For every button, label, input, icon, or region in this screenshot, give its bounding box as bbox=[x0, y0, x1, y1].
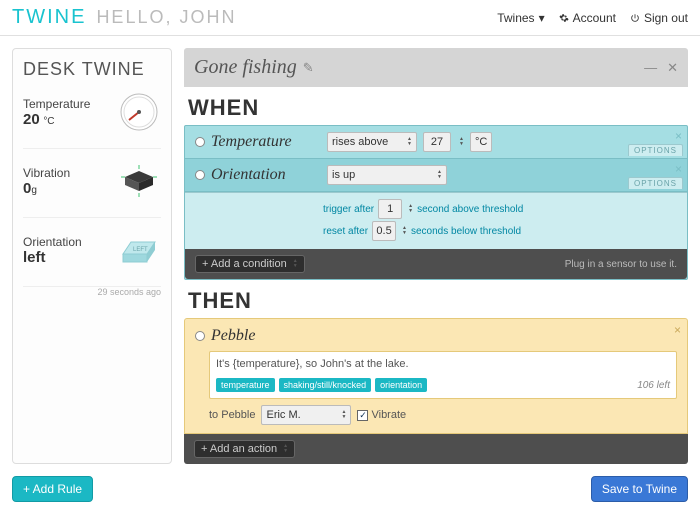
brand-logo: TWINE bbox=[12, 6, 86, 29]
close-rule-icon[interactable]: ✕ bbox=[667, 60, 678, 76]
orientation-icon: LEFT bbox=[117, 228, 161, 272]
gear-icon bbox=[559, 13, 569, 23]
trigger-after-input[interactable]: 1 bbox=[378, 199, 402, 219]
options-tab[interactable]: OPTIONS bbox=[628, 144, 683, 156]
remove-condition-icon[interactable]: × bbox=[675, 129, 682, 143]
chip-vibration[interactable]: shaking/still/knocked bbox=[279, 378, 372, 392]
stepper-icon[interactable]: ▲▼ bbox=[402, 226, 407, 236]
vibrate-checkbox[interactable]: ✓Vibrate bbox=[357, 409, 406, 421]
minimize-icon[interactable]: — bbox=[644, 60, 657, 76]
unit-select[interactable]: °C bbox=[470, 132, 492, 152]
sensor-temperature: Temperature 20 °C bbox=[23, 80, 161, 149]
radio-icon[interactable] bbox=[195, 170, 205, 180]
edit-title-icon[interactable]: ✎ bbox=[303, 60, 314, 76]
options-tab[interactable]: OPTIONS bbox=[628, 177, 683, 189]
gauge-icon bbox=[117, 90, 161, 134]
save-button[interactable]: Save to Twine bbox=[591, 476, 688, 502]
remove-action-icon[interactable]: × bbox=[674, 323, 681, 337]
condition-temperature: Temperature rises above▲▼ 27 ▲▼ °C × OPT… bbox=[185, 126, 687, 159]
power-icon bbox=[630, 13, 640, 23]
actions-panel: Pebble × It's {temperature}, so John's a… bbox=[184, 318, 688, 464]
sidebar-timestamp: 29 seconds ago bbox=[23, 287, 161, 297]
nav-account[interactable]: Account bbox=[559, 11, 616, 25]
stepper-icon[interactable]: ▲▼ bbox=[459, 137, 464, 147]
char-counter: 106 left bbox=[637, 380, 670, 391]
condition-hint: Plug in a sensor to use it. bbox=[565, 259, 677, 270]
message-input[interactable]: It's {temperature}, so John's at the lak… bbox=[209, 351, 677, 399]
chip-temperature[interactable]: temperature bbox=[216, 378, 275, 392]
threshold-input[interactable]: 27 bbox=[423, 132, 451, 152]
greeting: HELLO, JOHN bbox=[96, 7, 236, 28]
stepper-icon[interactable]: ▲▼ bbox=[408, 204, 413, 214]
when-heading: WHEN bbox=[188, 95, 688, 121]
radio-icon[interactable] bbox=[195, 137, 205, 147]
operator-select[interactable]: rises above▲▼ bbox=[327, 132, 417, 152]
device-sidebar: DESK TWINE Temperature 20 °C Vibration 0… bbox=[12, 48, 172, 464]
then-heading: THEN bbox=[188, 288, 688, 314]
action-pebble: Pebble × It's {temperature}, so John's a… bbox=[184, 318, 688, 434]
svg-text:LEFT: LEFT bbox=[133, 247, 148, 253]
vibration-icon bbox=[117, 159, 161, 203]
sensor-orientation: Orientation left LEFT bbox=[23, 218, 161, 287]
orientation-options: trigger after 1 ▲▼ second above threshol… bbox=[185, 192, 687, 249]
add-rule-button[interactable]: + Add Rule bbox=[12, 476, 93, 502]
recipient-select[interactable]: Eric M.▲▼ bbox=[261, 405, 351, 425]
remove-condition-icon[interactable]: × bbox=[675, 162, 682, 176]
sensor-vibration: Vibration 0g bbox=[23, 149, 161, 218]
nav-twines[interactable]: Twines ▾ bbox=[497, 11, 544, 25]
rule-header: Gone fishing ✎ — ✕ bbox=[184, 48, 688, 87]
reset-after-input[interactable]: 0.5 bbox=[372, 221, 396, 241]
rule-title[interactable]: Gone fishing bbox=[194, 56, 297, 79]
nav-signout[interactable]: Sign out bbox=[630, 11, 688, 25]
condition-orientation: Orientation is up▲▼ × OPTIONS bbox=[185, 159, 687, 192]
radio-icon[interactable] bbox=[195, 331, 205, 341]
operator-select[interactable]: is up▲▼ bbox=[327, 165, 447, 185]
add-action-button[interactable]: + Add an action▲▼ bbox=[194, 440, 295, 458]
add-condition-button[interactable]: + Add a condition▲▼ bbox=[195, 255, 305, 273]
sidebar-title: DESK TWINE bbox=[23, 59, 161, 80]
conditions-panel: Temperature rises above▲▼ 27 ▲▼ °C × OPT… bbox=[184, 125, 688, 280]
chip-orientation[interactable]: orientation bbox=[375, 378, 427, 392]
caret-down-icon: ▾ bbox=[539, 11, 545, 25]
